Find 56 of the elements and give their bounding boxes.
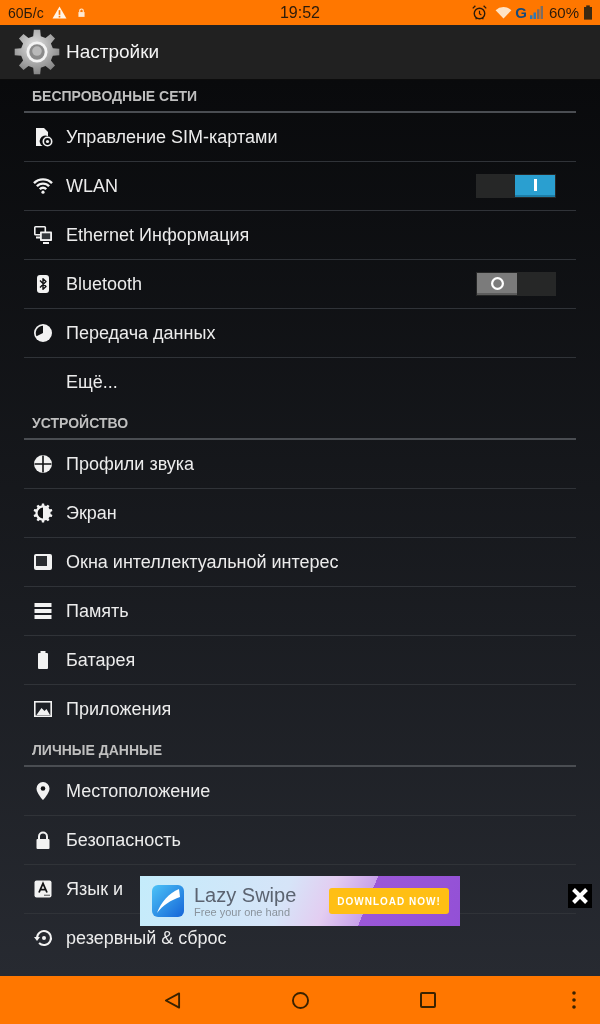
- signal-bars-icon: [529, 6, 543, 19]
- setting-label[interactable]: Ethernet Информация: [66, 223, 250, 247]
- back-icon[interactable]: [163, 991, 181, 1009]
- setting-label[interactable]: Передача данных: [66, 321, 216, 345]
- clock-text: 19:52: [279, 2, 320, 23]
- network-type-text: G: [515, 3, 527, 22]
- brightness-icon: [33, 503, 53, 523]
- close-button[interactable]: [568, 884, 592, 908]
- setting-label[interactable]: Окна интеллектуальной интерес: [66, 550, 339, 574]
- setting-label[interactable]: резервный & сброс: [66, 926, 227, 950]
- overflow-menu-icon[interactable]: [572, 991, 576, 1009]
- setting-label[interactable]: Местоположение: [66, 779, 211, 803]
- section-header: ЛИЧНЫЕ ДАННЫЕ: [31, 741, 163, 760]
- section-header: УСТРОЙСТВО: [31, 413, 129, 433]
- lock-icon: [77, 8, 85, 17]
- alarm-clock-icon: [472, 5, 488, 20]
- monitors-icon: [33, 225, 53, 245]
- data-speed-text: 60Б/с: [8, 3, 44, 22]
- ring-icon: [490, 276, 504, 290]
- ad-tagline: Free your one hand: [194, 905, 290, 919]
- battery-percent-text: 60%: [548, 3, 579, 22]
- setting-label[interactable]: Батарея: [66, 648, 136, 672]
- app-logo-icon: [152, 885, 184, 917]
- sim-card-icon: [33, 127, 53, 147]
- tablet-icon: [33, 552, 53, 572]
- recent-apps-icon[interactable]: [420, 992, 436, 1008]
- bar-icon: [533, 179, 537, 191]
- setting-label[interactable]: Безопасность: [66, 828, 181, 852]
- app-title: Настройки: [66, 40, 160, 64]
- setting-label[interactable]: Приложения: [66, 697, 172, 721]
- setting-label[interactable]: Управление SIM-картами: [66, 125, 278, 149]
- wifi-icon: [495, 6, 513, 19]
- setting-label[interactable]: Профили звука: [66, 452, 195, 476]
- setting-label[interactable]: Язык и: [66, 877, 124, 901]
- toggle-switch[interactable]: [476, 272, 556, 296]
- letter-tile-icon: [33, 879, 53, 899]
- warning-icon: [51, 6, 67, 19]
- ad-title: Lazy Swipe: [194, 883, 297, 906]
- setting-label[interactable]: Экран: [66, 501, 117, 525]
- pie-chart-icon: [33, 323, 53, 343]
- setting-label[interactable]: Память: [66, 599, 129, 623]
- ad-banner[interactable]: Lazy Swipe Free your one hand DOWNLOAD NOW!: [140, 876, 460, 926]
- close-icon: [571, 887, 589, 905]
- setting-label[interactable]: WLAN: [66, 174, 118, 198]
- section-header: БЕСПРОВОДНЫЕ СЕТИ: [31, 87, 198, 106]
- restore-icon: [33, 928, 53, 948]
- toggle-switch[interactable]: [476, 174, 556, 198]
- picture-icon: [33, 699, 53, 719]
- wifi-icon: [33, 178, 53, 194]
- crossed-circle-icon: [33, 454, 53, 474]
- setting-label[interactable]: Bluetooth: [66, 272, 143, 296]
- home-icon[interactable]: [291, 991, 309, 1009]
- storage-icon: [33, 601, 53, 621]
- battery-icon: [584, 5, 592, 20]
- setting-label[interactable]: Ещё...: [66, 370, 118, 394]
- gear-icon[interactable]: [14, 29, 60, 75]
